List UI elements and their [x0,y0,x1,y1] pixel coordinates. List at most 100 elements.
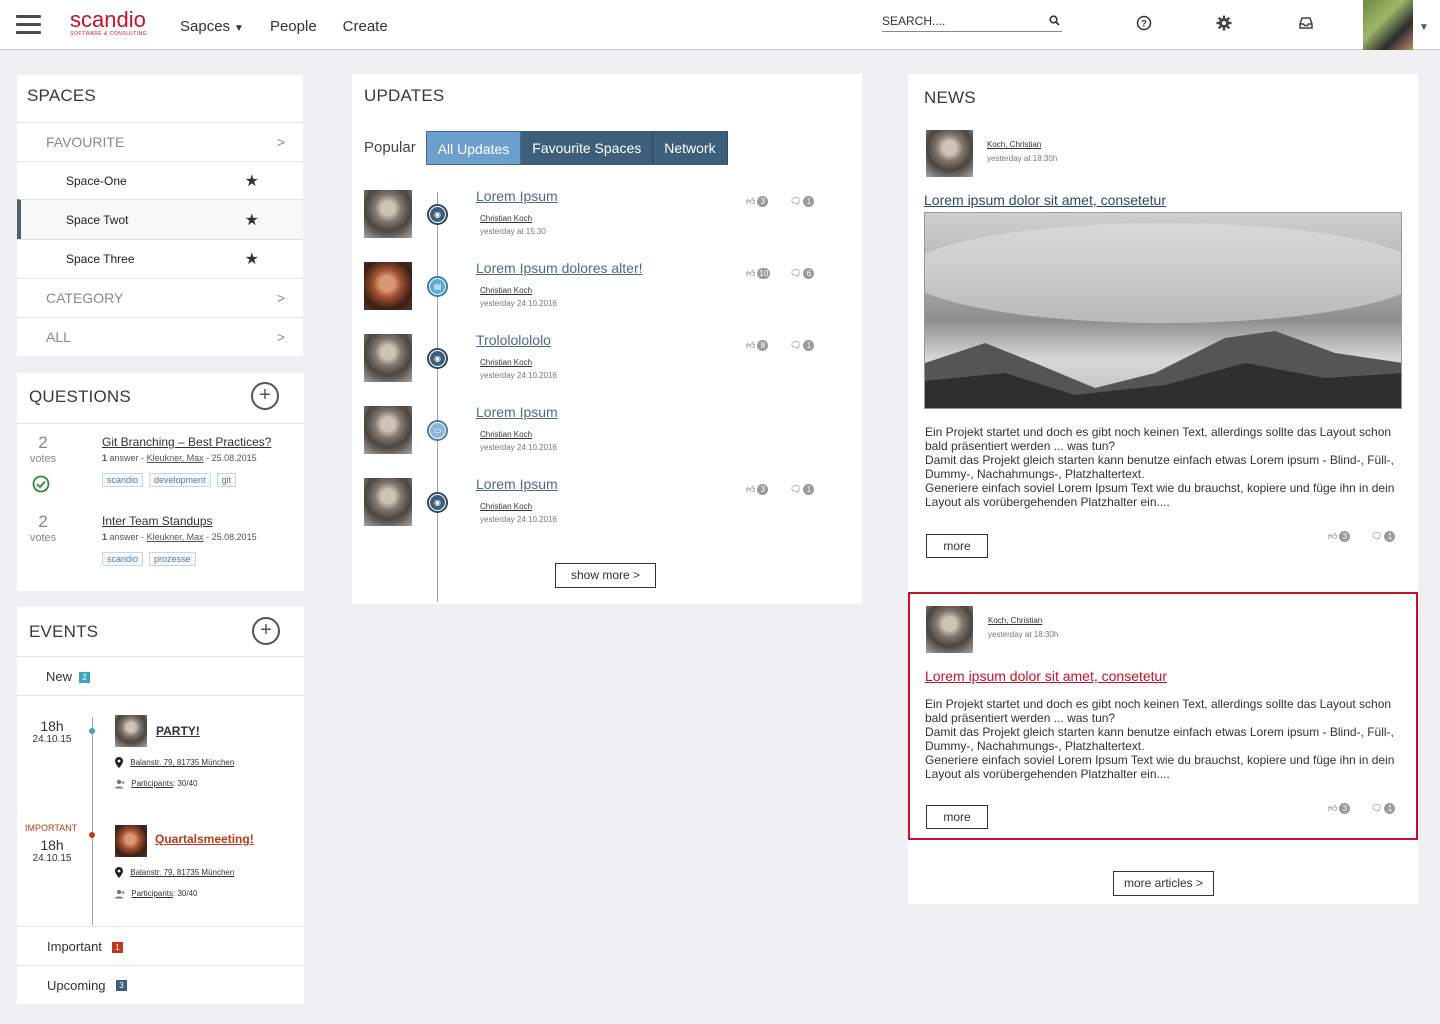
comment-button[interactable]: 🗨︎ 1 [1371,531,1396,542]
gear-icon[interactable] [1215,14,1233,32]
tab-all-updates[interactable]: All Updates [425,131,522,165]
update-author[interactable]: Christian Koch [480,358,532,367]
add-event-button[interactable]: + [252,617,280,645]
nav-create[interactable]: Create [343,18,388,35]
tag[interactable]: prozesse [149,552,196,566]
all-label: ALL [46,329,71,345]
space-item[interactable]: Space Three ★ [17,239,303,278]
nav-people[interactable]: People [270,18,317,35]
participants-link[interactable]: Participants [131,889,173,898]
update-item: ◉ Lorem Ipsum Christian Koch yesterday a… [352,188,862,250]
more-articles-button[interactable]: more articles > [1113,871,1214,896]
event-timeline [92,717,93,925]
tab-popular[interactable]: Popular [364,131,416,165]
space-item-label: Space Three [66,252,135,266]
update-title[interactable]: Lorem Ipsum [476,404,558,420]
update-title[interactable]: Lorem Ipsum [476,188,558,204]
update-author[interactable]: Christian Koch [480,430,532,439]
search-input[interactable] [882,14,1042,28]
comment-button[interactable]: 🗨︎ 1 [790,196,815,207]
inbox-icon[interactable] [1297,14,1315,32]
events-new-row[interactable]: New 2 [17,656,304,695]
events-upcoming-row[interactable]: Upcoming 3 [17,965,304,1004]
like-button[interactable]: 👍︎ 3 [1328,531,1351,542]
update-author[interactable]: Christian Koch [480,214,532,223]
events-important-row[interactable]: Important 1 [17,926,304,965]
update-title[interactable]: Lorem Ipsum dolores alter! [476,260,643,276]
update-item: ▤ Lorem Ipsum dolores alter! Christian K… [352,260,862,322]
like-button[interactable]: 👍︎ 3 [746,196,769,207]
questions-panel: QUESTIONS + 2 votes Git Branching – Best… [17,373,304,591]
user-avatar[interactable] [1363,0,1413,50]
event-title[interactable]: PARTY! [156,724,200,738]
author-photo [364,262,412,310]
event-title[interactable]: Quartalsmeeting! [155,832,254,846]
question-title[interactable]: Git Branching – Best Practices? [102,435,271,449]
event-participants: Participants: 30/40 [115,779,198,789]
tag[interactable]: scandio [102,473,144,487]
question-title[interactable]: Inter Team Standups [102,514,213,528]
comment-button[interactable]: 🗨︎ 6 [790,268,815,279]
logo[interactable]: scandio SOFTWARE & CONSULTING [70,9,148,38]
tag[interactable]: development [149,473,211,487]
logo-subtitle: SOFTWARE & CONSULTING [70,31,148,37]
star-icon[interactable]: ★ [245,171,259,191]
news-author[interactable]: Koch, Christian [987,140,1041,149]
star-icon[interactable]: ★ [245,249,259,269]
thumbs-up-icon: 👍︎ [1328,531,1338,541]
comment-button[interactable]: 🗨︎ 1 [790,484,815,495]
vote-count: 2 votes [29,433,57,465]
spaces-favourite[interactable]: FAVOURITE > [17,122,303,161]
event-participants: Participants: 30/40 [115,889,198,899]
tag[interactable]: scandio [102,552,144,566]
tab-network[interactable]: Network [653,131,728,165]
search-icon[interactable] [1049,15,1060,26]
news-author[interactable]: Koch, Christian [988,616,1042,625]
event-photo [115,715,147,747]
help-icon[interactable]: ? [1135,14,1153,32]
news-image [924,212,1402,409]
comment-button[interactable]: 🗨︎ 1 [1371,803,1396,814]
divider [17,695,304,696]
like-button[interactable]: 👍︎ 3 [746,484,769,495]
updates-tabs: Popular All Updates Favourite Spaces Net… [364,131,728,165]
event-address-link[interactable]: Balanstr. 79, 81735 München [130,868,234,877]
space-item-label: Space Twot [66,212,129,227]
update-title[interactable]: Lorem Ipsum [476,476,558,492]
space-item[interactable]: Space-One ★ [17,161,303,199]
update-author[interactable]: Christian Koch [480,286,532,295]
update-author[interactable]: Christian Koch [480,502,532,511]
nav-spaces[interactable]: Sapces ▼ [180,18,244,35]
spaces-category[interactable]: CATEGORY > [17,278,303,317]
menu-icon[interactable] [16,15,41,35]
event-time: 18h 24.10.15 [32,837,72,864]
update-time: yesterday at 15:30 [480,227,546,236]
like-button[interactable]: 👍︎ 8 [746,340,769,351]
more-button[interactable]: more [926,805,988,829]
participants-icon [115,779,125,789]
star-icon[interactable]: ★ [245,210,259,230]
update-title[interactable]: Trolololololo [476,332,551,348]
more-button[interactable]: more [926,534,988,558]
question-author[interactable]: Kleukner, Max [147,532,204,542]
space-item[interactable]: Space Twot ★ [17,199,303,239]
like-button[interactable]: 👍︎ 10 [746,268,771,279]
spaces-all[interactable]: ALL > [17,317,303,356]
tab-favourite-spaces[interactable]: Favourite Spaces [521,131,654,165]
question-author[interactable]: Kleukner, Max [147,453,204,463]
important-label: Important [47,939,102,954]
important-flag: IMPORTANT [25,823,78,833]
show-more-button[interactable]: show more > [555,563,656,588]
tag[interactable]: git [216,473,237,487]
category-label: CATEGORY [46,290,124,306]
event-address-link[interactable]: Balanstr. 79, 81735 München [130,758,234,767]
like-button[interactable]: 👍︎ 3 [1328,803,1351,814]
news-article-title[interactable]: Lorem ipsum dolor sit amet, consetetur [924,192,1166,208]
news-article-title[interactable]: Lorem ipsum dolor sit amet, consetetur [925,668,1167,684]
comment-button[interactable]: 🗨︎ 1 [790,340,815,351]
chevron-down-icon[interactable]: ▼ [1419,22,1429,33]
participants-link[interactable]: Participants [131,779,173,788]
timeline-dot [89,728,95,734]
svg-text:?: ? [1141,19,1147,29]
add-question-button[interactable]: + [251,382,279,410]
